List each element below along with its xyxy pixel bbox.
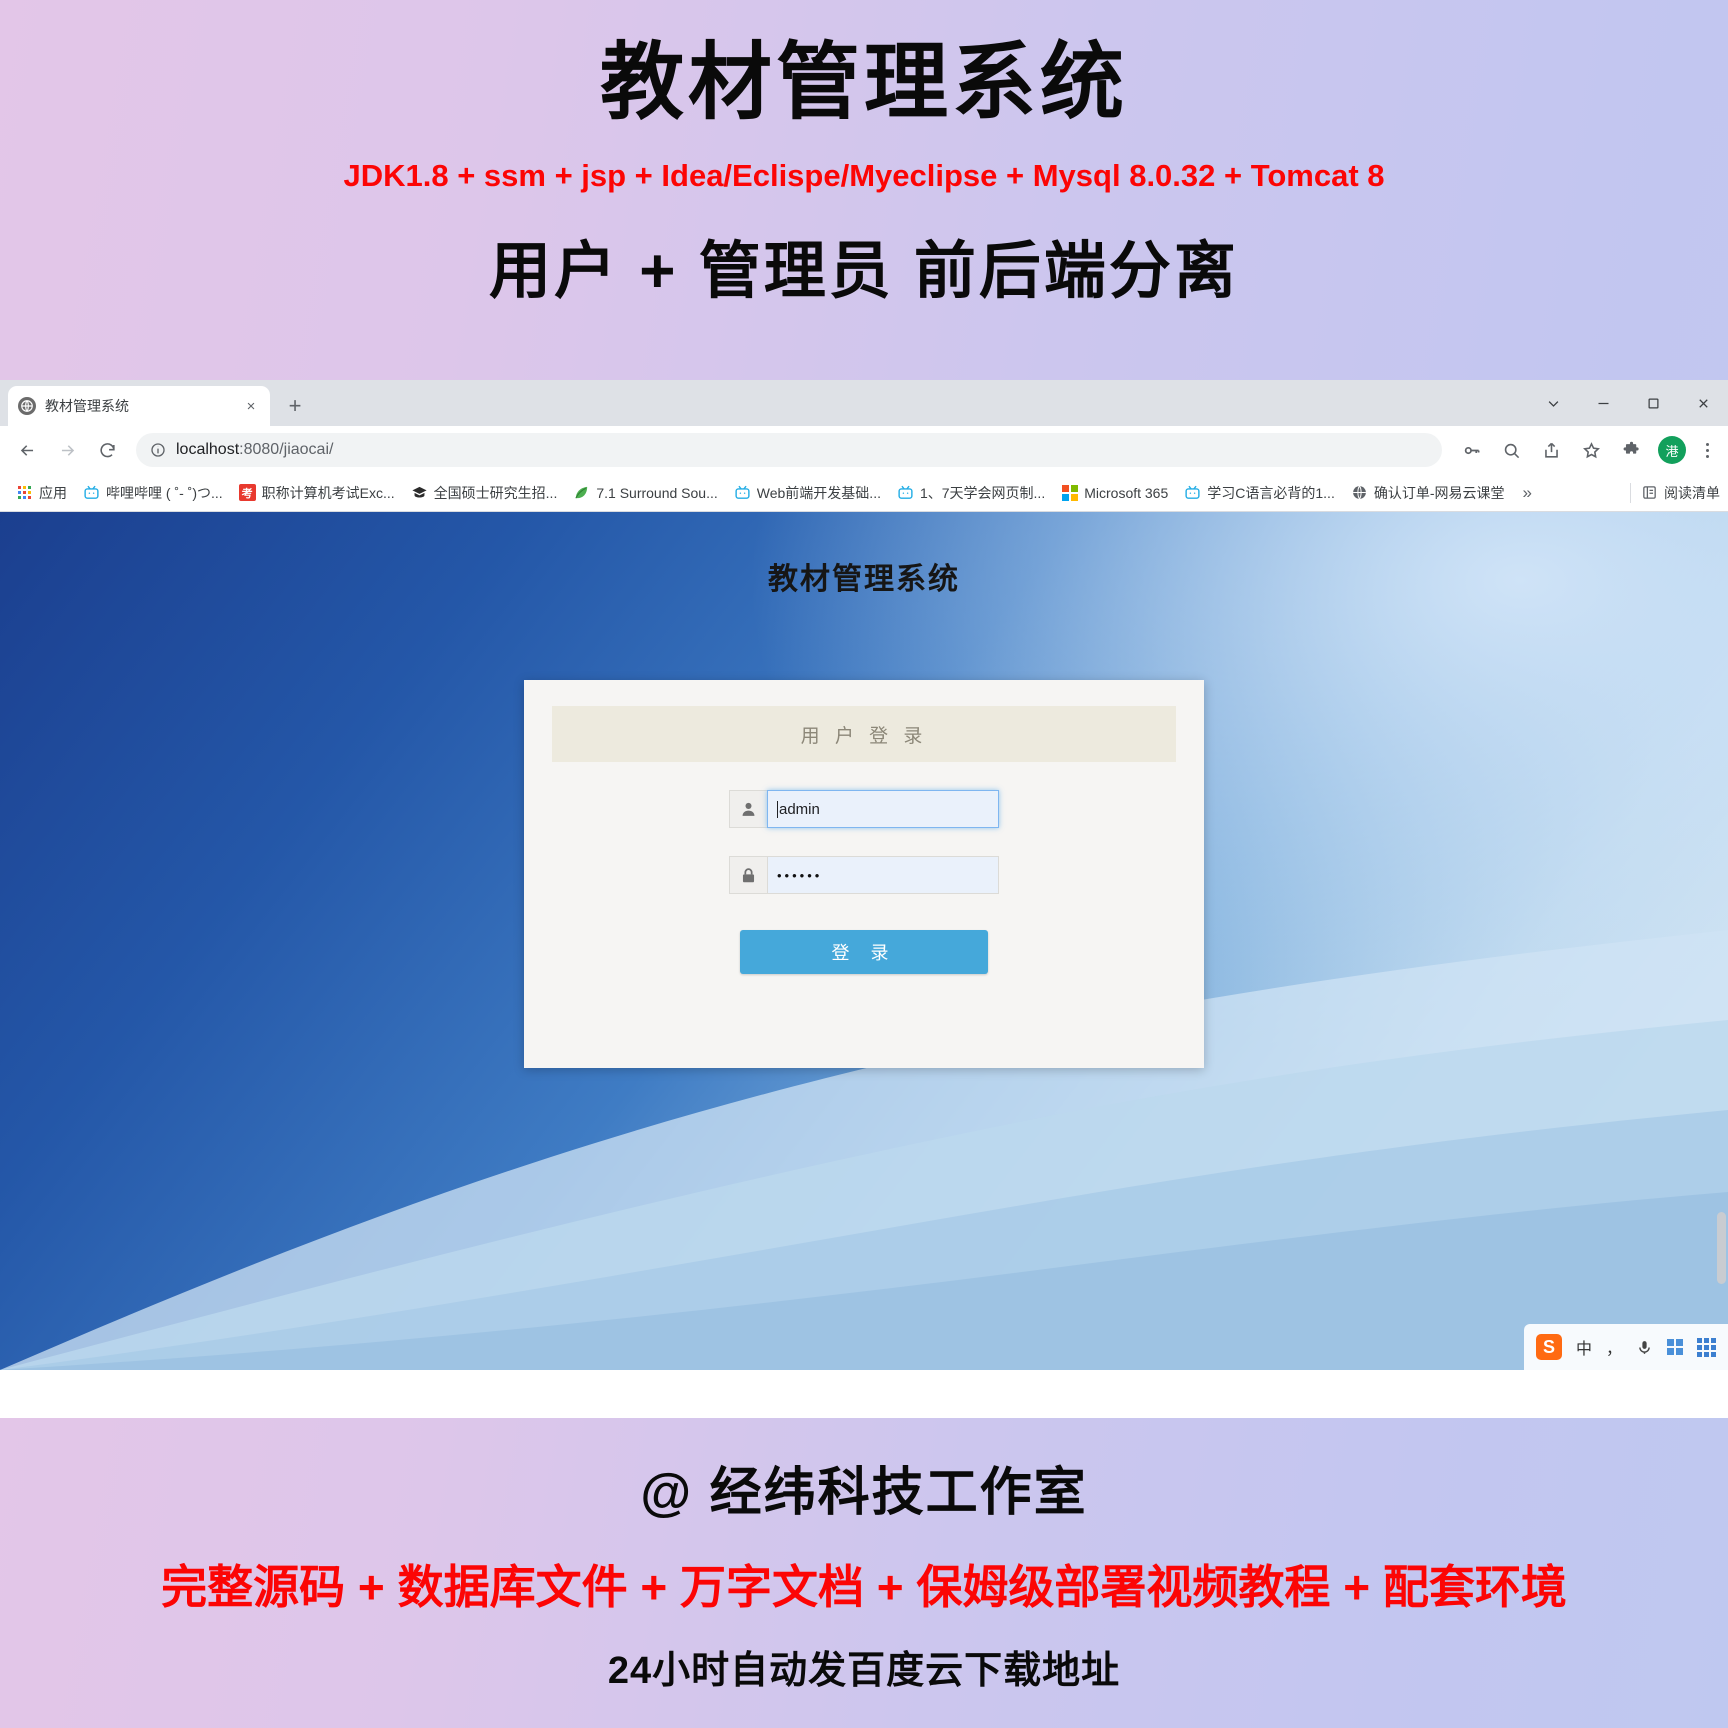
profile-avatar[interactable]: 港 (1658, 436, 1686, 464)
key-icon[interactable] (1452, 431, 1490, 469)
bookmark-c-language[interactable]: 学习C语言必背的1... (1176, 479, 1343, 507)
reading-list-button[interactable]: 阅读清单 (1630, 482, 1720, 503)
ime-punctuation-toggle[interactable]: ， (1606, 1335, 1622, 1359)
bookmark-label: Web前端开发基础... (756, 484, 881, 501)
bundle-contents: 完整源码 + 数据库文件 + 万字文档 + 保姆级部署视频教程 + 配套环境 (161, 1561, 1567, 1613)
password-input[interactable]: •••••• (767, 856, 999, 894)
user-icon (729, 790, 767, 828)
studio-name: @ 经纬科技工作室 (640, 1464, 1088, 1522)
reading-list-label: 阅读清单 (1664, 484, 1720, 501)
reload-button[interactable] (88, 431, 126, 469)
bookmark-star-icon[interactable] (1572, 431, 1610, 469)
username-value: admin (779, 800, 820, 818)
keyboard-icon[interactable] (1667, 1339, 1683, 1355)
bookmark-label: 确认订单-网易云课堂 (1373, 484, 1505, 501)
promo-title: 教材管理系统 (599, 35, 1128, 129)
page-scrollbar-thumb[interactable] (1717, 1212, 1726, 1284)
login-card: 用 户 登 录 admin •••••• 登 录 (524, 680, 1204, 1068)
page-viewport: 教材管理系统 用 户 登 录 admin •••••• 登 录 S 中 ， (0, 512, 1728, 1370)
bookmark-web-frontend[interactable]: Web前端开发基础... (726, 479, 889, 507)
bookmark-bilibili[interactable]: 哔哩哔哩 ( ˚- ˚)つ... (75, 479, 231, 507)
new-tab-button[interactable]: + (280, 391, 310, 421)
bookmark-zhicheng[interactable]: 考 职称计算机考试Exc... (231, 479, 403, 507)
password-value: •••••• (777, 867, 823, 883)
url-path: :8080/jiaocai/ (239, 441, 334, 458)
bilibili-icon (1184, 484, 1201, 501)
bookmark-label: Microsoft 365 (1084, 484, 1169, 501)
bookmark-yanjiusheng[interactable]: 全国硕士研究生招... (403, 479, 566, 507)
bookmark-surround[interactable]: 7.1 Surround Sou... (565, 480, 725, 505)
login-button-row: 登 录 (524, 930, 1204, 974)
bookmark-apps[interactable]: 应用 (8, 479, 75, 507)
browser-toolbar: localhost:8080/jiaocai/ 港 (0, 426, 1728, 474)
toolbar-actions: 港 (1452, 431, 1720, 469)
info-circle-icon[interactable] (150, 442, 166, 458)
maximize-icon[interactable] (1628, 381, 1678, 425)
kao-icon: 考 (238, 484, 256, 501)
globe-icon (18, 397, 36, 415)
apps-grid-icon (16, 484, 33, 501)
sogou-logo-icon[interactable]: S (1535, 1334, 1562, 1360)
toolbox-icon[interactable] (1697, 1337, 1716, 1357)
leaf-icon (573, 484, 590, 501)
login-panel-title: 用 户 登 录 (552, 706, 1176, 762)
close-tab-icon[interactable]: × (242, 397, 260, 415)
reading-list-icon (1641, 484, 1658, 501)
promo-subtitle: 用户 + 管理员 前后端分离 (489, 237, 1239, 307)
promo-page: 教材管理系统 JDK1.8 + ssm + jsp + Idea/Eclispe… (0, 0, 1728, 1728)
mic-icon[interactable] (1636, 1339, 1653, 1356)
tab-title: 教材管理系统 (45, 398, 129, 414)
bilibili-icon (897, 484, 914, 501)
login-button[interactable]: 登 录 (740, 930, 988, 974)
page-title: 教材管理系统 (768, 563, 960, 596)
delivery-note: 24小时自动发百度云下载地址 (607, 1650, 1121, 1692)
chevron-down-icon[interactable] (1528, 381, 1578, 425)
graduation-cap-icon (411, 484, 428, 501)
window-controls (1528, 380, 1728, 426)
bookmark-label: 1、7天学会网页制... (919, 484, 1046, 501)
bookmark-wangyi-order[interactable]: 确认订单-网易云课堂 (1343, 479, 1513, 507)
minimize-icon[interactable] (1578, 381, 1628, 425)
url-text: localhost:8080/jiaocai/ (176, 441, 333, 459)
forward-button[interactable] (48, 431, 86, 469)
kebab-menu-icon[interactable] (1694, 433, 1720, 467)
browser-tab[interactable]: 教材管理系统 × (8, 386, 270, 426)
bilibili-icon (83, 484, 100, 501)
close-window-icon[interactable] (1678, 381, 1728, 425)
tab-strip: 教材管理系统 × + (0, 380, 1728, 426)
bookmark-label: 7.1 Surround Sou... (596, 484, 718, 501)
bookmark-7days[interactable]: 1、7天学会网页制... (889, 479, 1053, 507)
bookmarks-bar: 应用 哔哩哔哩 ( ˚- ˚)つ... 考 职称计算机考试Exc... 全国硕士… (0, 474, 1728, 512)
promo-header: 教材管理系统 JDK1.8 + ssm + jsp + Idea/Eclispe… (0, 0, 1728, 380)
sogou-ime-bar: S 中 ， (1523, 1324, 1728, 1370)
url-host: localhost (176, 441, 240, 458)
globe-icon (1351, 484, 1368, 501)
bookmark-label: 应用 (39, 484, 67, 501)
username-row: admin (524, 790, 1204, 828)
bilibili-icon (734, 484, 751, 501)
extensions-puzzle-icon[interactable] (1612, 431, 1650, 469)
bookmark-label: 哔哩哔哩 ( ˚- ˚)つ... (106, 484, 223, 501)
chrome-browser-window: 教材管理系统 × + localhost:8080/jiaocai/ 港 应用 … (0, 380, 1728, 1418)
username-input[interactable]: admin (767, 790, 999, 828)
ime-mode-toggle[interactable]: 中 (1576, 1335, 1592, 1359)
bookmark-microsoft365[interactable]: Microsoft 365 (1053, 480, 1176, 505)
address-bar[interactable]: localhost:8080/jiaocai/ (136, 433, 1442, 467)
zoom-search-icon[interactable] (1492, 431, 1530, 469)
promo-tech-stack: JDK1.8 + ssm + jsp + Idea/Eclispe/Myecli… (343, 158, 1385, 194)
back-button[interactable] (8, 431, 46, 469)
share-icon[interactable] (1532, 431, 1570, 469)
microsoft-icon (1061, 484, 1078, 501)
bookmarks-overflow-button[interactable]: » (1513, 483, 1542, 503)
promo-footer: @ 经纬科技工作室 完整源码 + 数据库文件 + 万字文档 + 保姆级部署视频教… (0, 1418, 1728, 1728)
bookmark-label: 学习C语言必背的1... (1207, 484, 1335, 501)
lock-icon (729, 856, 767, 894)
bookmark-label: 全国硕士研究生招... (433, 484, 558, 501)
password-row: •••••• (524, 856, 1204, 894)
bookmark-label: 职称计算机考试Exc... (261, 484, 395, 501)
text-caret (777, 800, 778, 818)
